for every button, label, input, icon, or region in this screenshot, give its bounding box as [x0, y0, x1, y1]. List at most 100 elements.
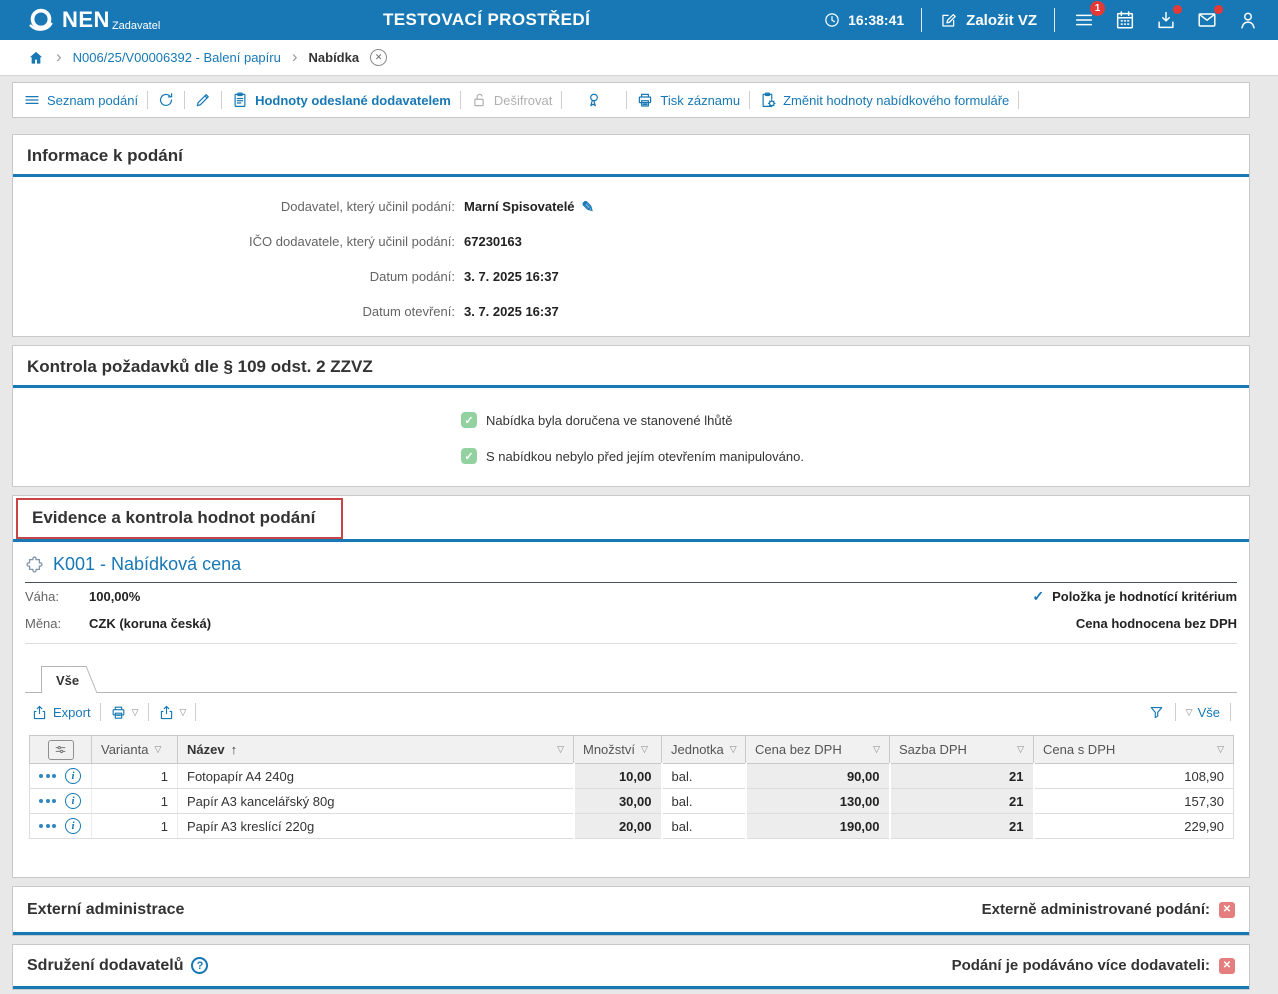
header-label: Varianta: [101, 742, 148, 757]
cell-sazba-dph: 21: [890, 814, 1034, 839]
header-cena-bez-dph[interactable]: Cena bez DPH▽: [746, 736, 890, 764]
divider: [221, 91, 222, 109]
export-button[interactable]: Export: [31, 704, 91, 721]
weight-label: Váha:: [25, 589, 89, 604]
cell-cena-s-dph: 229,90: [1034, 814, 1234, 839]
section-values-evidence: Evidence a kontrola hodnot podání K001 -…: [12, 495, 1250, 878]
decrypt-label: Dešifrovat: [494, 93, 553, 108]
brand-role: Zadavatel: [112, 20, 160, 32]
decrypt-button[interactable]: Dešifrovat: [470, 91, 553, 109]
submission-date-value: 3. 7. 2025 16:37: [464, 269, 559, 284]
list-icon: [23, 91, 41, 109]
refresh-icon: [157, 91, 175, 109]
filter-scope-label: Vše: [1198, 705, 1220, 720]
header-label: Název: [187, 742, 225, 757]
field-label: Datum otevření:: [13, 304, 455, 319]
row-menu-icon[interactable]: [39, 824, 56, 828]
table-row: i 1 Fotopapír A4 240g 10,00 bal. 90,00 2…: [30, 764, 1234, 789]
filter-scope-select[interactable]: ▽ Vše: [1186, 705, 1220, 720]
edit-button[interactable]: [194, 91, 212, 109]
environment-title: TESTOVACÍ PROSTŘEDÍ: [383, 0, 590, 40]
column-settings-header[interactable]: [30, 736, 92, 764]
change-form-values-button[interactable]: Změnit hodnoty nabídkového formuláře: [759, 91, 1009, 109]
columns-settings-icon: [48, 740, 74, 760]
header-label: Cena s DPH: [1043, 742, 1115, 757]
notification-dot: [1214, 5, 1223, 14]
weight-value: 100,00%: [89, 589, 140, 604]
header-label: Množství: [583, 742, 635, 757]
supplier-values-button[interactable]: Hodnoty odeslané dodavatelem: [231, 91, 451, 109]
certificate-button[interactable]: [585, 91, 603, 109]
cell-cena-s-dph: 157,30: [1034, 789, 1234, 814]
header-jednotka[interactable]: Jednotka▽: [662, 736, 746, 764]
field-opening-date: Datum otevření: 3. 7. 2025 16:37: [13, 294, 1249, 329]
table-header-row: Varianta▽ Název↑▽ Množství▽ Jednotka▽ Ce…: [30, 736, 1234, 764]
divider: [1230, 703, 1231, 721]
refresh-button[interactable]: [157, 91, 175, 109]
supplier-value: Marní Spisovatelé: [464, 199, 575, 214]
nen-logo[interactable]: NEN Zadavatel: [26, 5, 160, 35]
header-nazev[interactable]: Název↑▽: [178, 736, 574, 764]
section-title: Sdružení dodavatelů: [27, 957, 183, 975]
export-icon: [31, 704, 48, 721]
currency-label: Měna:: [25, 616, 89, 631]
cell-cena-bez-dph: 130,00: [746, 789, 890, 814]
tab-all[interactable]: Vše: [41, 666, 81, 693]
export-label: Export: [53, 705, 91, 720]
messages-button[interactable]: [1195, 8, 1219, 32]
cell-sazba-dph: 21: [890, 789, 1034, 814]
export-icon: [158, 704, 175, 721]
grid-tabs: Vše: [25, 666, 1237, 693]
cell-sazba-dph: 21: [890, 764, 1034, 789]
divider: [1054, 8, 1055, 32]
row-menu-icon[interactable]: [39, 799, 56, 803]
calendar-button[interactable]: [1113, 8, 1137, 32]
action-toolbar: Seznam podání Hodnoty odeslané dodavatel…: [12, 82, 1250, 118]
info-icon[interactable]: i: [65, 818, 81, 834]
compose-icon: [939, 11, 958, 30]
breadcrumb: › N006/25/V00006392 - Balení papíru › Na…: [0, 40, 1278, 76]
print-record-button[interactable]: Tisk záznamu: [636, 91, 740, 109]
filter-button[interactable]: [1148, 704, 1165, 721]
inbox-download-button[interactable]: [1154, 8, 1178, 32]
notification-dot: [1173, 5, 1182, 14]
divider: [100, 703, 101, 721]
dropdown-icon: ▽: [132, 707, 139, 718]
header-varianta[interactable]: Varianta▽: [92, 736, 178, 764]
list-submissions-label: Seznam podání: [47, 93, 138, 108]
user-profile-button[interactable]: [1236, 8, 1260, 32]
cross-status-icon: ✕: [1219, 902, 1235, 918]
create-vz-button[interactable]: Založit VZ: [939, 11, 1037, 30]
ribbon-icon: [585, 91, 603, 109]
header-sazba-dph[interactable]: Sazba DPH▽: [890, 736, 1034, 764]
home-icon[interactable]: [27, 49, 45, 67]
question-icon[interactable]: ?: [191, 957, 208, 974]
header-label: Cena bez DPH: [755, 742, 842, 757]
funnel-icon: [1148, 704, 1165, 721]
row-menu-icon[interactable]: [39, 774, 56, 778]
breadcrumb-contract-link[interactable]: N006/25/V00006392 - Balení papíru: [73, 50, 281, 65]
info-icon[interactable]: i: [65, 793, 81, 809]
criterion-title: K001 - Nabídková cena: [53, 554, 241, 575]
edit-supplier-icon[interactable]: ✎: [582, 198, 595, 216]
divider: [195, 703, 196, 721]
section-requirements-check: Kontrola požadavků dle § 109 odst. 2 ZZV…: [12, 345, 1250, 487]
info-icon[interactable]: i: [65, 768, 81, 784]
tab-all-label: Vše: [56, 673, 79, 688]
header-cena-s-dph[interactable]: Cena s DPH▽: [1034, 736, 1234, 764]
field-supplier: Dodavatel, který učinil podání: Marní Sp…: [13, 189, 1249, 224]
section-supplier-association: Sdružení dodavatelů ? Podání je podáváno…: [12, 944, 1250, 990]
external-admin-label: Externě administrované podání:: [982, 901, 1210, 918]
print-grid-button[interactable]: ▽: [110, 704, 139, 721]
user-icon: [1237, 9, 1259, 31]
main-menu-button[interactable]: 1: [1072, 8, 1096, 32]
cell-cena-bez-dph: 90,00: [746, 764, 890, 789]
section-rule: [13, 986, 1249, 989]
header-mnozstvi[interactable]: Množství▽: [574, 736, 662, 764]
check-label: Nabídka byla doručena ve stanovené lhůtě: [486, 413, 732, 428]
list-submissions-button[interactable]: Seznam podání: [23, 91, 138, 109]
close-tab-button[interactable]: ✕: [370, 49, 387, 66]
sort-asc-icon: ↑: [231, 742, 238, 757]
field-label: IČO dodavatele, který učinil podání:: [13, 234, 455, 249]
share-grid-button[interactable]: ▽: [158, 704, 187, 721]
